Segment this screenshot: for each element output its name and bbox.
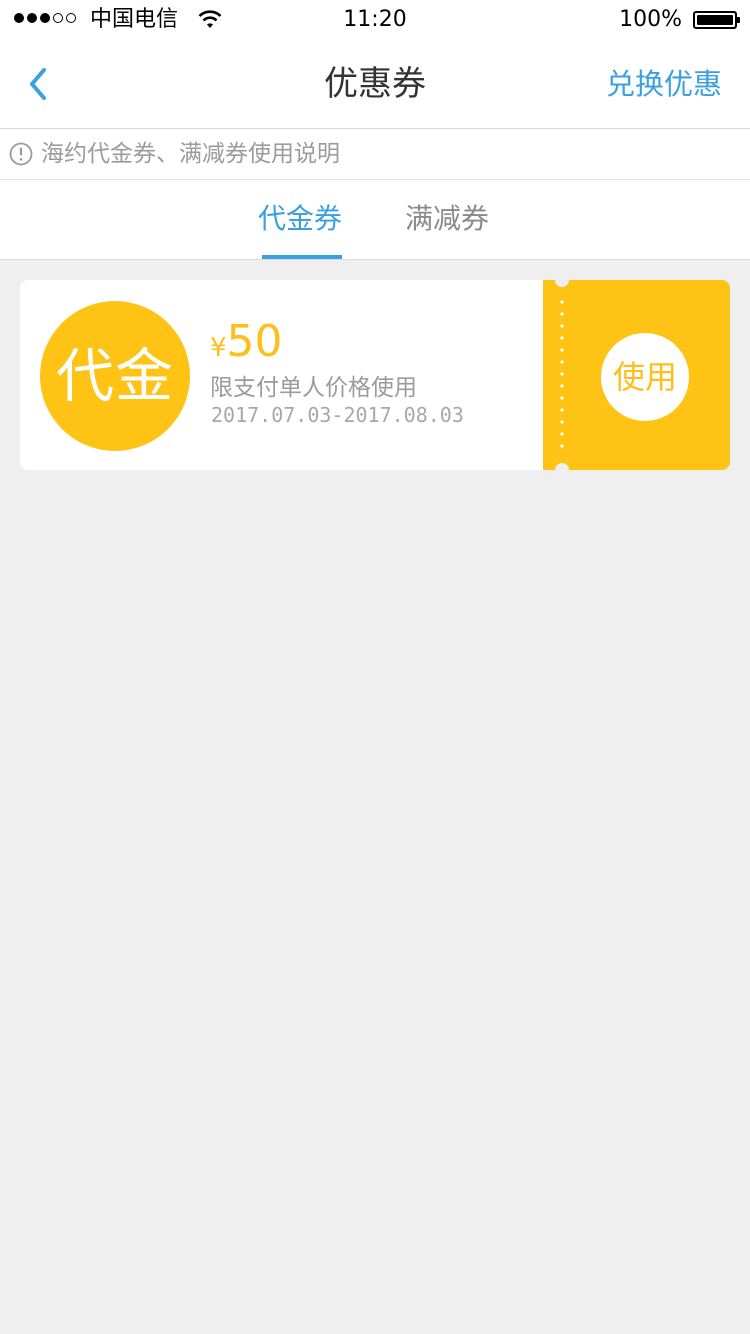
coupon-body: 代金 ¥50 限支付单人价格使用 2017.07.03-2017.08.03 <box>20 280 543 470</box>
use-coupon-button[interactable]: 使用 <box>601 333 689 421</box>
coupon-stub: 使用 <box>543 273 730 477</box>
coupon-type-badge: 代金 <box>40 301 190 451</box>
battery-icon <box>693 11 740 29</box>
nav-bar: 优惠券 兑换优惠 <box>0 40 750 129</box>
coupon-amount: ¥50 <box>210 312 283 381</box>
status-bar: 中国电信 11:20 100% <box>0 0 750 40</box>
coupon-validity: 2017.07.03-2017.08.03 <box>211 403 464 427</box>
info-circle-icon <box>9 142 33 166</box>
stub-notch-top <box>555 273 569 287</box>
coupon-description: 限支付单人价格使用 <box>210 375 417 401</box>
tab-cash-voucher[interactable]: 代金券 <box>258 200 342 238</box>
redeem-coupon-button[interactable]: 兑换优惠 <box>606 64 722 104</box>
currency-symbol: ¥ <box>210 333 227 363</box>
active-tab-indicator <box>262 255 342 259</box>
coupon-usage-notice-link[interactable]: 海约代金券、满减券使用说明 <box>0 129 750 180</box>
coupon-value: 50 <box>226 316 283 367</box>
coupon-tabs: 代金券 满减券 <box>0 180 750 260</box>
coupon-card: 代金 ¥50 限支付单人价格使用 2017.07.03-2017.08.03 使… <box>20 273 730 477</box>
tab-discount-voucher[interactable]: 满减券 <box>405 200 489 238</box>
notice-text: 海约代金券、满减券使用说明 <box>41 141 340 167</box>
perforation-line <box>560 296 564 454</box>
stub-notch-bottom <box>555 463 569 477</box>
battery-percent: 100% <box>619 7 682 32</box>
